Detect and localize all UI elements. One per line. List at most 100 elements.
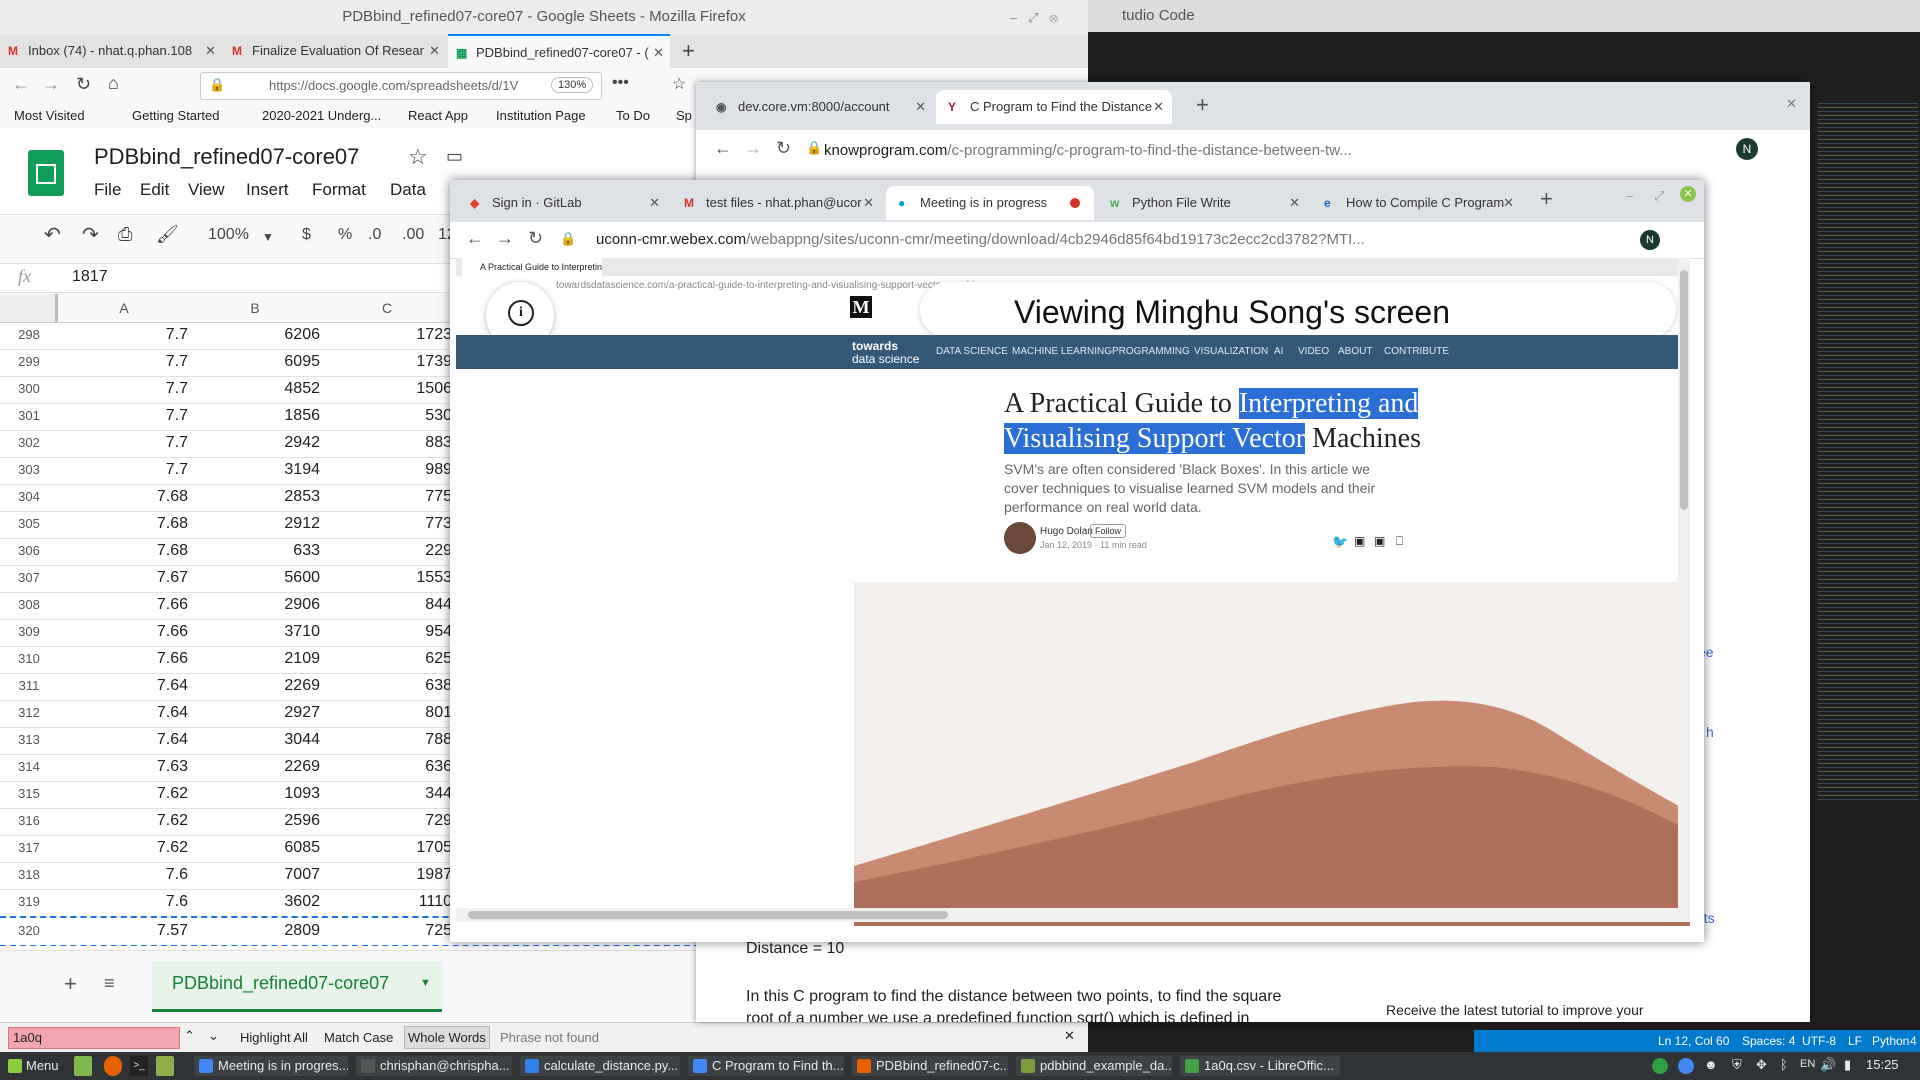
cell-c[interactable]: 729 bbox=[322, 812, 452, 830]
tab-python-file-write[interactable]: w Python File Write ✕ bbox=[1098, 186, 1308, 220]
vscode-minimap[interactable] bbox=[1818, 100, 1918, 800]
close-icon[interactable]: ✕ bbox=[1680, 186, 1696, 202]
move-folder-icon[interactable]: ▭ bbox=[446, 146, 463, 167]
cell-c[interactable]: 1723 bbox=[322, 326, 452, 344]
cell-b[interactable]: 633 bbox=[190, 542, 320, 560]
print-icon[interactable]: ⎙ bbox=[118, 224, 132, 245]
facebook-icon[interactable]: ▣ bbox=[1374, 534, 1385, 548]
cell-c[interactable]: 844 bbox=[322, 596, 452, 614]
bookmark[interactable]: To Do bbox=[616, 108, 650, 123]
cell-a[interactable]: 7.62 bbox=[60, 785, 188, 803]
cell-b[interactable]: 3710 bbox=[190, 623, 320, 641]
notification-count[interactable]: 4 bbox=[1910, 1034, 1917, 1048]
cell-a[interactable]: 7.6 bbox=[60, 893, 188, 911]
percent-button[interactable]: % bbox=[338, 226, 352, 244]
cell-a[interactable]: 7.64 bbox=[60, 731, 188, 749]
forward-icon[interactable]: → bbox=[744, 138, 762, 159]
cell-a[interactable]: 7.67 bbox=[60, 569, 188, 587]
cell-a[interactable]: 7.68 bbox=[60, 515, 188, 533]
cell-c[interactable]: 1739 bbox=[322, 353, 452, 371]
show-desktop-icon[interactable] bbox=[74, 1056, 92, 1076]
close-tab-icon[interactable]: ✕ bbox=[205, 34, 216, 68]
column-a[interactable]: A bbox=[60, 300, 188, 316]
close-tab-icon[interactable]: ✕ bbox=[649, 186, 660, 220]
shield-icon[interactable]: ⛨ bbox=[1732, 1057, 1742, 1073]
cell-b[interactable]: 5600 bbox=[190, 569, 320, 587]
nav-item[interactable]: VIDEO bbox=[1298, 346, 1329, 357]
close-tab-icon[interactable]: ✕ bbox=[915, 90, 926, 124]
menu-file[interactable]: File bbox=[94, 180, 121, 200]
cell-a[interactable]: 7.7 bbox=[60, 380, 188, 398]
sidebar-link[interactable]: h bbox=[1706, 724, 1714, 740]
find-input[interactable]: 1a0q bbox=[8, 1027, 180, 1049]
reload-icon[interactable]: ↻ bbox=[776, 138, 791, 159]
home-icon[interactable]: ⌂ bbox=[108, 73, 119, 94]
zoom-badge[interactable]: 130% bbox=[551, 77, 594, 93]
paint-format-icon[interactable]: 🖌 bbox=[156, 224, 179, 245]
firefox-launcher-icon[interactable] bbox=[104, 1056, 122, 1076]
cell-a[interactable]: 7.63 bbox=[60, 758, 188, 776]
cell-c[interactable]: 775 bbox=[322, 488, 452, 506]
cell-b[interactable]: 3194 bbox=[190, 461, 320, 479]
cell-b[interactable]: 3044 bbox=[190, 731, 320, 749]
doc-title[interactable]: PDBbind_refined07-core07 bbox=[94, 144, 359, 170]
cell-c[interactable]: 989 bbox=[322, 461, 452, 479]
vertical-scrollbar[interactable] bbox=[1678, 258, 1690, 908]
dropbox-icon[interactable]: ✥ bbox=[1756, 1057, 1767, 1073]
bookmark[interactable]: Sp bbox=[676, 108, 692, 123]
keyboard-layout[interactable]: EN bbox=[1800, 1058, 1815, 1070]
indent-setting[interactable]: Spaces: 4 bbox=[1742, 1034, 1795, 1048]
tab-meeting[interactable]: ● Meeting is in progress bbox=[886, 186, 1094, 220]
follow-button[interactable]: Follow bbox=[1090, 524, 1127, 538]
language-mode[interactable]: Python bbox=[1872, 1034, 1909, 1048]
cell-a[interactable]: 7.7 bbox=[60, 461, 188, 479]
cell-b[interactable]: 2109 bbox=[190, 650, 320, 668]
find-prev-icon[interactable]: ⌃ bbox=[184, 1028, 195, 1044]
taskbar-window-button[interactable]: pdbbind_example_da... bbox=[1016, 1056, 1172, 1076]
tab-c-program[interactable]: Y C Program to Find the Distance ✕ bbox=[936, 90, 1172, 124]
close-tab-icon[interactable]: ✕ bbox=[1289, 186, 1300, 220]
nav-item[interactable]: MACHINE LEARNING bbox=[1012, 346, 1112, 357]
bookmark[interactable]: Getting Started bbox=[132, 108, 219, 123]
nav-item[interactable]: DATA SCIENCE bbox=[936, 346, 1008, 357]
cell-c[interactable]: 883 bbox=[322, 434, 452, 452]
back-icon[interactable]: ← bbox=[12, 74, 30, 95]
battery-icon[interactable]: ▮ bbox=[1844, 1057, 1851, 1073]
back-icon[interactable]: ← bbox=[466, 228, 484, 249]
cell-c[interactable]: 1110 bbox=[322, 893, 452, 911]
close-icon[interactable]: ✕ bbox=[1064, 1028, 1075, 1044]
add-sheet-icon[interactable]: + bbox=[64, 971, 77, 997]
cell-b[interactable]: 6085 bbox=[190, 839, 320, 857]
cell-b[interactable]: 4852 bbox=[190, 380, 320, 398]
menu-format[interactable]: Format bbox=[312, 180, 366, 200]
taskbar-window-button[interactable]: chrisphan@chrispha... bbox=[356, 1056, 512, 1076]
taskbar-window-button[interactable]: C Program to Find th... bbox=[688, 1056, 844, 1076]
star-icon[interactable]: ☆ bbox=[408, 144, 428, 170]
cell-c[interactable]: 801 bbox=[322, 704, 452, 722]
scrollbar-thumb[interactable] bbox=[468, 911, 948, 919]
url-bar[interactable]: 🔒 https://docs.google.com/spreadsheets/d… bbox=[200, 72, 602, 100]
decrease-decimal-button[interactable]: .0 bbox=[368, 226, 381, 244]
cell-a[interactable]: 7.66 bbox=[60, 623, 188, 641]
cell-c[interactable]: 725 bbox=[322, 922, 452, 940]
formula-input[interactable]: 1817 bbox=[72, 268, 108, 286]
cell-a[interactable]: 7.64 bbox=[60, 704, 188, 722]
volume-icon[interactable]: 🔊 bbox=[1820, 1057, 1836, 1073]
cell-a[interactable]: 7.62 bbox=[60, 839, 188, 857]
nav-item[interactable]: ABOUT bbox=[1338, 346, 1372, 357]
medium-logo[interactable]: M bbox=[850, 296, 872, 318]
url-bar[interactable]: knowprogram.com/c-programming/c-program-… bbox=[824, 142, 1352, 159]
chevron-down-icon[interactable]: ▼ bbox=[262, 230, 274, 244]
star-icon[interactable]: ☆ bbox=[672, 74, 686, 94]
cell-a[interactable]: 7.7 bbox=[60, 326, 188, 344]
cell-a[interactable]: 7.57 bbox=[60, 922, 188, 940]
url-bar[interactable]: uconn-cmr.webex.com/webappng/sites/uconn… bbox=[596, 231, 1365, 248]
webex-tray-icon[interactable] bbox=[1652, 1058, 1668, 1074]
match-case-toggle[interactable]: Match Case bbox=[324, 1030, 393, 1045]
cell-b[interactable]: 2596 bbox=[190, 812, 320, 830]
cell-c[interactable]: 229 bbox=[322, 542, 452, 560]
avatar[interactable]: N bbox=[1640, 230, 1660, 250]
tab-finalize[interactable]: M Finalize Evaluation Of Resear ✕ bbox=[224, 34, 446, 68]
cell-b[interactable]: 1856 bbox=[190, 407, 320, 425]
nav-item[interactable]: PROGRAMMING bbox=[1112, 346, 1190, 357]
